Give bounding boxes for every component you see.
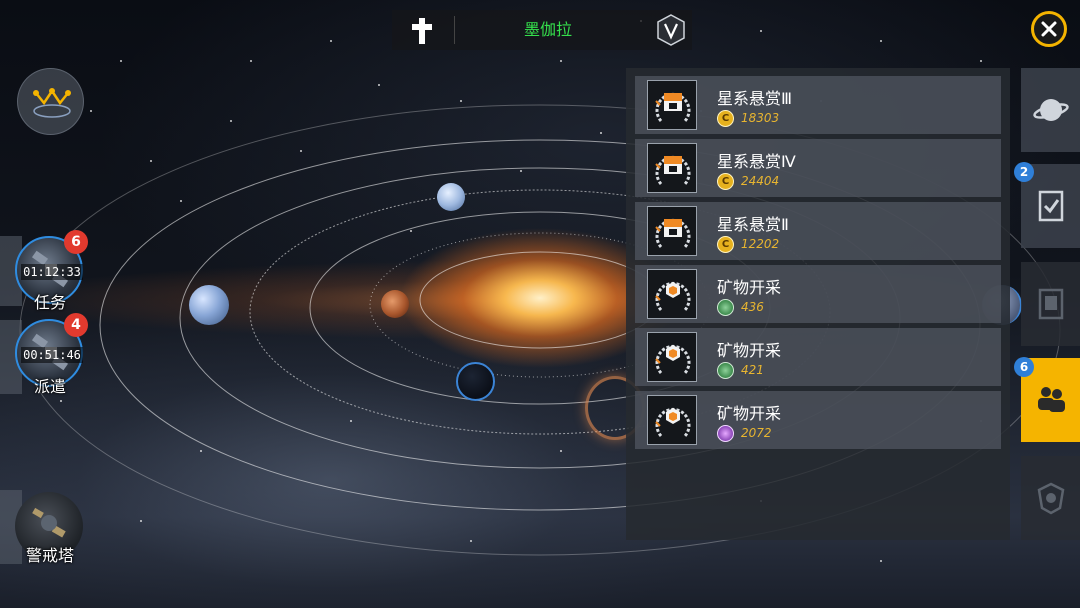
task-label: 任务 xyxy=(33,293,66,312)
mission-title: 矿物开采 xyxy=(717,341,782,360)
v-emblem-icon[interactable] xyxy=(654,13,688,47)
people-icon xyxy=(1038,387,1065,412)
watchtower-icon xyxy=(32,507,66,538)
dispatch-label: 派遣 xyxy=(33,377,66,396)
mission-row[interactable]: 星系悬赏Ⅳ C 24404 xyxy=(635,139,1001,197)
green-ore-icon xyxy=(717,299,734,316)
planet-ice[interactable] xyxy=(437,183,465,211)
mission-title: 星系悬赏Ⅱ xyxy=(717,215,789,234)
reward-amount: 436 xyxy=(741,300,764,314)
mission-row[interactable]: 矿物开采 436 xyxy=(635,265,1001,323)
mission-row[interactable]: 矿物开采 2072 xyxy=(635,391,1001,449)
reward-amount: 421 xyxy=(741,363,764,377)
social-badge: 6 xyxy=(1014,357,1034,377)
close-icon xyxy=(1041,21,1057,37)
credits-icon: C xyxy=(717,173,734,190)
archive-icon xyxy=(1038,288,1064,320)
close-button[interactable] xyxy=(1031,11,1067,47)
mission-row[interactable]: 星系悬赏Ⅱ C 12202 xyxy=(635,202,1001,260)
tab-emblem[interactable] xyxy=(1021,456,1080,540)
watchtower-label: 警戒塔 xyxy=(25,546,74,565)
planet-icon xyxy=(1033,99,1069,121)
tab-planet[interactable] xyxy=(1021,68,1080,152)
constellation-icon xyxy=(33,88,71,118)
credits-icon: C xyxy=(717,236,734,253)
location-name[interactable]: 墨伽拉 xyxy=(456,10,640,50)
mission-title: 星系悬赏Ⅳ xyxy=(717,152,796,171)
dispatch-button[interactable]: 00:51:46 4 派遣 xyxy=(0,313,92,397)
bounty-icon xyxy=(647,80,697,130)
checklist-badge: 2 xyxy=(1014,162,1034,182)
mining-icon xyxy=(647,269,697,319)
dispatch-badge: 4 xyxy=(64,313,88,337)
planet-red[interactable] xyxy=(381,290,409,318)
mission-title: 矿物开采 xyxy=(717,278,782,297)
planet-blue[interactable] xyxy=(189,285,229,325)
task-button[interactable]: 01:12:33 6 任务 xyxy=(0,230,92,313)
mining-icon xyxy=(647,332,697,382)
reward-amount: 18303 xyxy=(741,111,780,125)
checklist-icon xyxy=(1038,190,1064,222)
mission-panel: 星系悬赏Ⅲ C 18303 星系悬赏Ⅳ C 24404 星系悬赏Ⅱ C 12202 矿物开采 436… xyxy=(626,68,1010,540)
tab-archive[interactable] xyxy=(1021,262,1080,346)
emblem-icon xyxy=(1037,482,1065,515)
planet-dark[interactable] xyxy=(456,362,495,401)
reward-amount: 2072 xyxy=(741,426,772,440)
green-ore-icon xyxy=(717,362,734,379)
cross-icon[interactable] xyxy=(402,14,442,46)
bounty-icon xyxy=(647,143,697,193)
mission-row[interactable]: 矿物开采 421 xyxy=(635,328,1001,386)
reward-amount: 24404 xyxy=(741,174,780,188)
credits-icon: C xyxy=(717,110,734,127)
dispatch-timer: 00:51:46 xyxy=(21,347,83,363)
location-bar: 墨伽拉 xyxy=(392,10,692,50)
reward-amount: 12202 xyxy=(741,237,780,251)
purple-crystal-icon xyxy=(717,425,734,442)
mission-title: 矿物开采 xyxy=(717,404,782,423)
bounty-icon xyxy=(647,206,697,256)
star-map-button[interactable] xyxy=(17,68,84,135)
divider xyxy=(454,16,455,44)
mining-icon xyxy=(647,395,697,445)
task-badge: 6 xyxy=(64,230,88,254)
mission-row[interactable]: 星系悬赏Ⅲ C 18303 xyxy=(635,76,1001,134)
task-timer: 01:12:33 xyxy=(21,264,83,280)
mission-title: 星系悬赏Ⅲ xyxy=(717,89,793,108)
watchtower-button[interactable]: 警戒塔 xyxy=(0,488,92,568)
